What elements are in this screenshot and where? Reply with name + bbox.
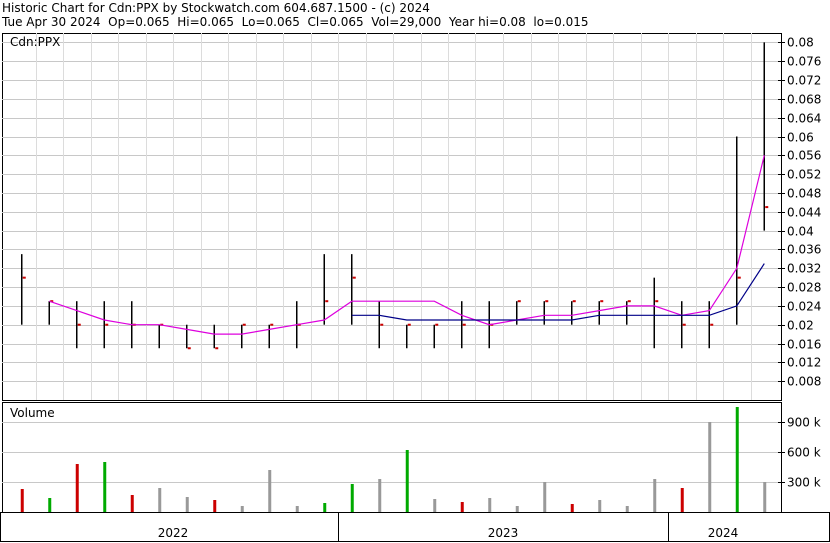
price-close-dot (627, 300, 631, 303)
volume-bar (268, 470, 272, 512)
volume-tick-label: 300 k (787, 476, 821, 490)
volume-bar (543, 482, 547, 512)
price-tick-label: 0.08 (787, 36, 814, 50)
volume-bar (213, 500, 217, 512)
price-close-dot (517, 300, 521, 303)
volume-bar (460, 502, 464, 512)
volume-bar (295, 506, 299, 512)
volume-bar (378, 479, 382, 512)
stock-chart: 0.08 0.076 0.072 0.068 0.064 0.06 0.056 0.052 0.… (0, 33, 830, 542)
price-close-dot (600, 300, 604, 303)
volume-ticks: 300 k 600 k 900 k (778, 416, 821, 490)
volume-bar (488, 498, 492, 512)
price-close-dot (655, 300, 659, 303)
price-tick-label: 0.036 (787, 243, 821, 257)
price-ticks: 0.08 0.076 0.072 0.068 0.064 0.06 0.056 0.052 0.… (778, 36, 821, 389)
price-panel-frame (2, 33, 782, 401)
price-tick-label: 0.008 (787, 375, 821, 389)
price-close-dot (572, 300, 576, 303)
price-close-dot (710, 323, 714, 326)
volume-bar (103, 462, 107, 512)
price-tick-label: 0.012 (787, 356, 821, 370)
price-close-dot (407, 323, 411, 326)
volume-tick-label: 900 k (787, 416, 821, 430)
price-close-dot (325, 300, 329, 303)
price-tick-label: 0.044 (787, 206, 821, 220)
price-close-dot (270, 323, 274, 326)
price-panel-label: Cdn:PPX (10, 35, 60, 49)
volume-panel: 300 k 600 k 900 k Volume (2, 402, 821, 513)
price-close-dot (352, 276, 356, 279)
price-tick-label: 0.024 (787, 300, 821, 314)
price-tick-label: 0.056 (787, 149, 821, 163)
price-tick-label: 0.064 (787, 112, 821, 126)
price-tick-label: 0.04 (787, 225, 814, 239)
price-tick-label: 0.032 (787, 262, 821, 276)
volume-bar (75, 464, 79, 512)
volume-panel-label: Volume (10, 406, 55, 420)
price-tick-label: 0.072 (787, 74, 821, 88)
volume-bar (405, 450, 409, 512)
volume-bar (570, 504, 574, 512)
volume-bar (433, 499, 437, 512)
price-close-dot (105, 323, 109, 326)
volume-bar (185, 497, 189, 512)
x-axis: 2022 2023 2024 (0, 512, 830, 542)
volume-bar (323, 503, 327, 512)
volume-bar (680, 488, 684, 512)
volume-bar (625, 506, 629, 512)
price-tick-label: 0.016 (787, 338, 821, 352)
volume-bar (735, 407, 739, 512)
price-tick-label: 0.048 (787, 187, 821, 201)
price-close-dot (77, 323, 81, 326)
price-panel: 0.08 0.076 0.072 0.068 0.064 0.06 0.056 0.052 0.… (2, 33, 821, 401)
x-axis-year-label: 2022 (158, 526, 189, 540)
x-axis-year-label: 2024 (708, 526, 739, 540)
volume-bar (350, 484, 354, 512)
price-tick-label: 0.028 (787, 281, 821, 295)
volume-bar (653, 479, 657, 512)
x-axis-band (0, 512, 830, 542)
price-close-dot (215, 347, 219, 350)
volume-bar (763, 482, 767, 512)
price-close-dot (22, 276, 26, 279)
x-axis-year-label: 2023 (488, 526, 519, 540)
volume-bar (158, 488, 162, 512)
price-close-dot (545, 300, 549, 303)
volume-bar (20, 489, 24, 512)
volume-bar (708, 422, 712, 512)
volume-tick-label: 600 k (787, 446, 821, 460)
price-tick-label: 0.052 (787, 168, 821, 182)
volume-bar (48, 498, 52, 512)
price-close-dot (380, 323, 384, 326)
price-close-dot (682, 323, 686, 326)
volume-bar (240, 506, 244, 512)
price-tick-label: 0.02 (787, 319, 814, 333)
price-close-dot (462, 323, 466, 326)
volume-bar (130, 495, 134, 512)
volume-bar (598, 500, 602, 512)
price-close-dot (765, 206, 769, 209)
price-tick-label: 0.068 (787, 93, 821, 107)
volume-panel-frame (2, 402, 782, 513)
price-close-dot (242, 323, 246, 326)
price-tick-label: 0.076 (787, 55, 821, 69)
price-close-dot (187, 347, 191, 350)
volume-bar (515, 506, 519, 512)
price-tick-label: 0.06 (787, 131, 814, 145)
price-close-dot (435, 323, 439, 326)
price-close-dot (737, 276, 741, 279)
